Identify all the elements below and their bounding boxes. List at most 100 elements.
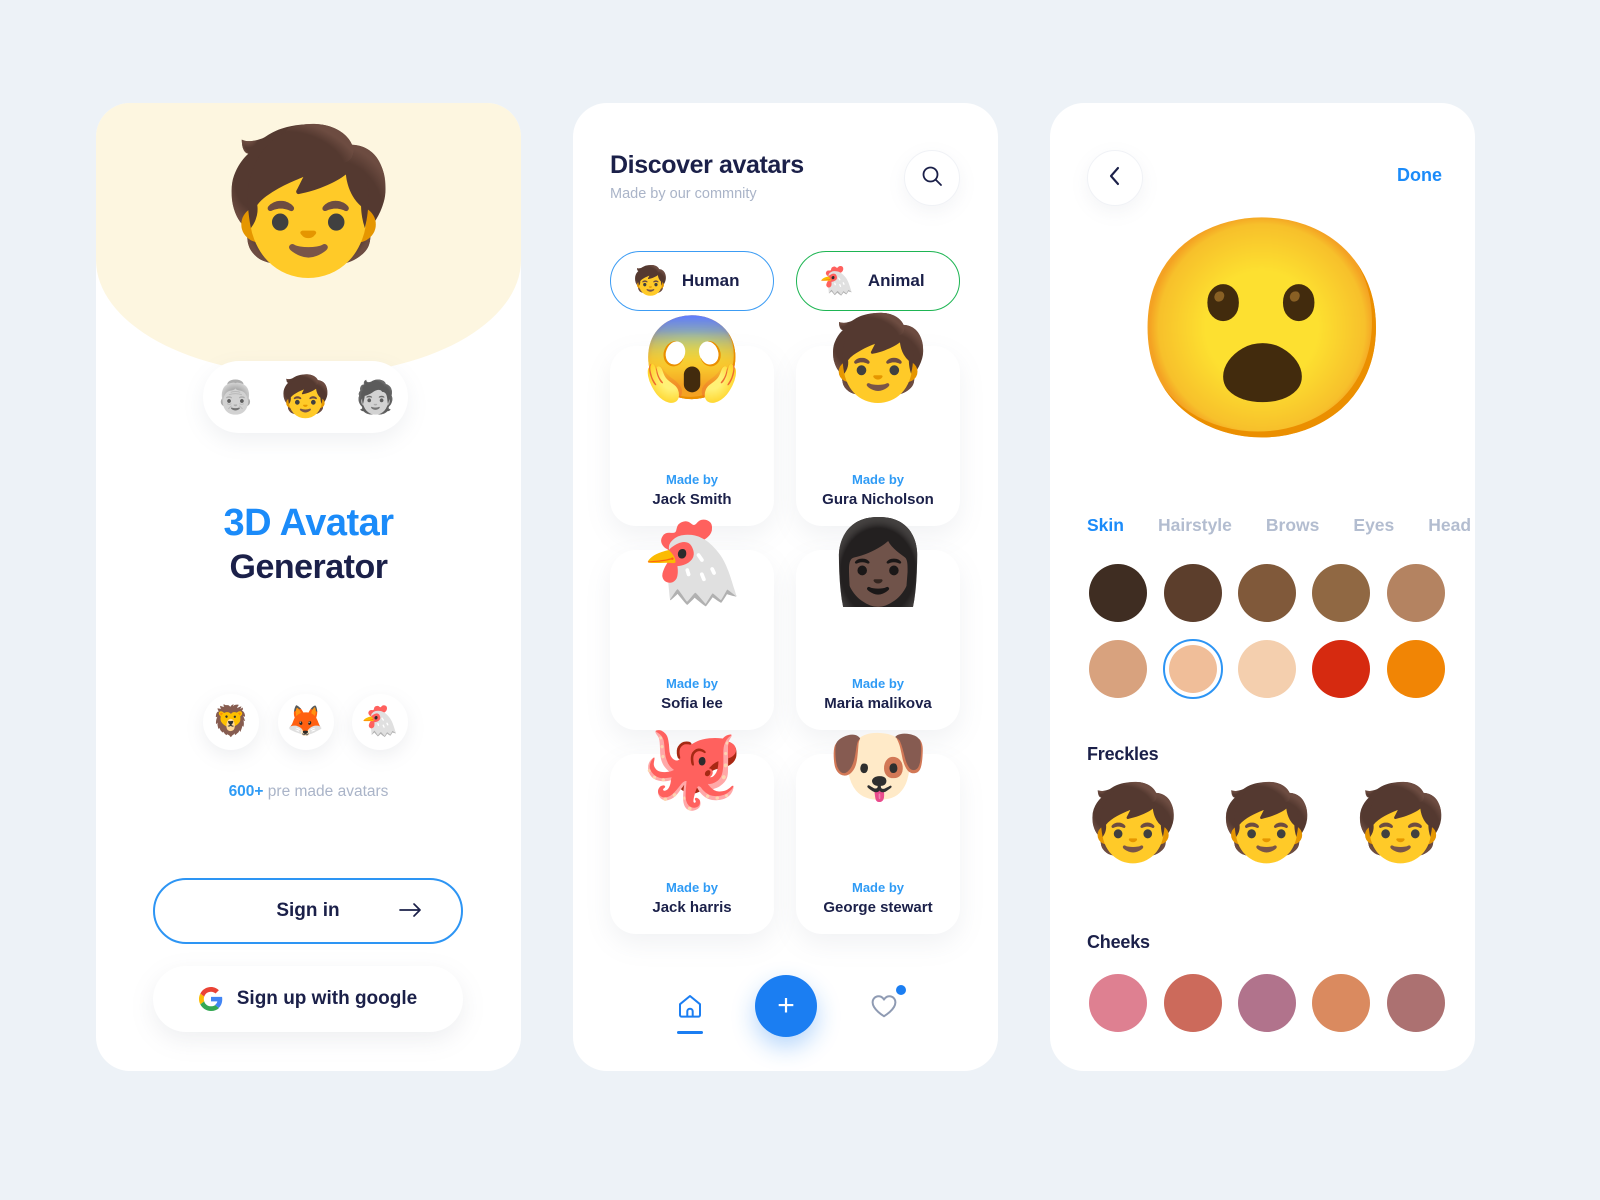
sign-in-label: Sign in <box>276 900 340 921</box>
avatar-style-selector[interactable]: 👵 🧒 🧑 <box>203 361 408 433</box>
tab-brows[interactable]: Brows <box>1266 515 1319 536</box>
tab-eyes[interactable]: Eyes <box>1353 515 1394 536</box>
favorites-notification-dot <box>896 985 906 995</box>
selector-avatar-woman[interactable]: 🧑 <box>356 381 396 413</box>
avatar-preview: 😮 <box>1128 208 1397 449</box>
avatar-card-madeby-label: Made by <box>851 880 904 895</box>
filter-pill-animal[interactable]: 🐔 Animal <box>796 251 960 311</box>
cheeks-section-title: Cheeks <box>1087 932 1150 952</box>
screen-root: 🧒 👵 🧒 🧑 3D Avatar Generator 🦁 🦊 🐔 600+ p… <box>0 0 1600 1200</box>
google-signup-button[interactable]: Sign up with google <box>153 966 463 1032</box>
avatar-card-author: Maria malikova <box>824 695 932 712</box>
avatar-card[interactable]: 👩🏿 Made by Maria malikova <box>796 522 960 730</box>
avatar-card-madeby-label: Made by <box>665 880 718 895</box>
plus-icon: + <box>777 989 795 1022</box>
avatar-editor-screen: Done 😮 Skin Hairstyle Brows Eyes Head Fr… <box>1050 103 1475 1071</box>
sign-in-button[interactable]: Sign in <box>153 878 463 944</box>
skin-swatch-color <box>1089 640 1148 698</box>
skin-swatch-color <box>1312 640 1371 698</box>
freckles-section-title: Freckles <box>1087 744 1159 764</box>
hero-avatar: 🧒 <box>221 122 396 279</box>
skin-swatch[interactable] <box>1311 639 1371 699</box>
discover-screen: Discover avatars Made by our commnity 🧒 … <box>573 103 998 1071</box>
skin-swatch[interactable] <box>1386 563 1446 623</box>
freckles-options: 🧒 🧒 🧒 <box>1087 786 1447 860</box>
tab-head[interactable]: Head <box>1428 515 1471 536</box>
app-title-line2: Generator <box>229 547 389 586</box>
cheek-swatch[interactable] <box>1386 974 1445 1032</box>
google-signup-label: Sign up with google <box>236 988 418 1009</box>
avatar-card-image: 🐔 <box>640 517 744 608</box>
skin-swatch-color <box>1312 564 1371 622</box>
cheek-swatch[interactable] <box>1163 974 1222 1032</box>
heart-icon <box>870 993 898 1024</box>
skin-swatch-color <box>1237 564 1296 622</box>
skin-swatch-color <box>1168 645 1217 693</box>
tab-hairstyle[interactable]: Hairstyle <box>1158 515 1232 536</box>
avatar-card[interactable]: 🧒 Made by Gura Nicholson <box>796 318 960 526</box>
avatar-card-author: Gura Nicholson <box>822 491 934 508</box>
skin-swatch[interactable] <box>1088 563 1148 623</box>
avatar-card-image: 👩🏿 <box>826 517 930 608</box>
avatar-card-author: Jack Smith <box>652 491 732 508</box>
skin-swatch[interactable] <box>1311 563 1371 623</box>
skin-swatch-selected[interactable] <box>1162 639 1223 699</box>
selector-avatar-boy[interactable]: 🧒 <box>281 377 331 417</box>
animal-chip-chicken[interactable]: 🐔 <box>352 694 408 750</box>
avatar-card-author: Jack harris <box>652 899 732 916</box>
cheek-swatch[interactable] <box>1312 974 1371 1032</box>
tab-home[interactable] <box>669 987 711 1029</box>
filter-pill-human[interactable]: 🧒 Human <box>610 251 774 311</box>
avatar-card-author: George stewart <box>823 899 933 916</box>
skin-swatch-color <box>1163 564 1222 622</box>
page-subtitle: Made by our commnity <box>610 186 757 202</box>
tab-skin[interactable]: Skin <box>1087 515 1124 536</box>
skin-swatch[interactable] <box>1163 563 1223 623</box>
page-title: Discover avatars <box>610 151 804 179</box>
onboarding-screen: 🧒 👵 🧒 🧑 3D Avatar Generator 🦁 🦊 🐔 600+ p… <box>96 103 521 1071</box>
avatar-card-image: 🧒 <box>826 313 930 404</box>
skin-swatch-color <box>1386 564 1445 622</box>
avatar-card[interactable]: 🐔 Made by Sofia lee <box>610 522 774 730</box>
cheek-swatch[interactable] <box>1237 974 1296 1032</box>
chevron-left-icon <box>1107 165 1123 192</box>
filter-label-animal: Animal <box>867 271 925 290</box>
animal-chip-lion[interactable]: 🦁 <box>203 694 259 750</box>
skin-swatch[interactable] <box>1237 563 1297 623</box>
premade-count-label: 600+ pre made avatars <box>96 783 521 801</box>
search-button[interactable] <box>904 150 960 206</box>
animal-avatar-icon: 🐔 <box>819 265 854 296</box>
selector-avatar-grandma[interactable]: 👵 <box>216 381 256 413</box>
home-icon <box>676 992 704 1025</box>
avatar-card-madeby-label: Made by <box>665 472 718 487</box>
avatar-card-image: 🐙 <box>640 721 744 812</box>
premade-count-number: 600+ <box>228 783 264 800</box>
app-title-line1: 3D Avatar <box>223 502 394 544</box>
freckles-option[interactable]: 🧒 <box>1087 786 1179 860</box>
avatar-card-image: 🐶 <box>826 721 930 812</box>
editor-tabs: Skin Hairstyle Brows Eyes Head <box>1087 507 1475 543</box>
skin-swatch[interactable] <box>1088 639 1148 699</box>
add-avatar-button[interactable]: + <box>755 975 817 1037</box>
google-g-icon <box>198 987 223 1011</box>
avatar-card[interactable]: 🐶 Made by George stewart <box>796 726 960 934</box>
animal-chip-fox[interactable]: 🦊 <box>277 694 334 750</box>
cheeks-color-swatches <box>1087 974 1447 1032</box>
avatar-card[interactable]: 🐙 Made by Jack harris <box>610 726 774 934</box>
avatar-card[interactable]: 😱 Made by Jack Smith <box>610 318 774 526</box>
premade-count-text: pre made avatars <box>263 783 389 800</box>
done-button[interactable]: Done <box>1397 165 1442 186</box>
skin-color-swatches <box>1087 563 1447 699</box>
freckles-option[interactable]: 🧒 <box>1355 786 1447 860</box>
back-button[interactable] <box>1087 150 1143 206</box>
skin-swatch[interactable] <box>1237 639 1297 699</box>
human-avatar-icon: 🧒 <box>633 265 668 296</box>
filter-label-human: Human <box>681 271 740 290</box>
skin-swatch[interactable] <box>1386 639 1446 699</box>
category-filters: 🧒 Human 🐔 Animal <box>610 251 960 311</box>
avatar-card-madeby-label: Made by <box>851 676 904 691</box>
tab-home-active-indicator <box>677 1031 703 1034</box>
cheek-swatch[interactable] <box>1089 974 1148 1032</box>
freckles-option[interactable]: 🧒 <box>1221 786 1313 860</box>
animal-avatar-strip: 🦁 🦊 🐔 <box>203 683 408 761</box>
